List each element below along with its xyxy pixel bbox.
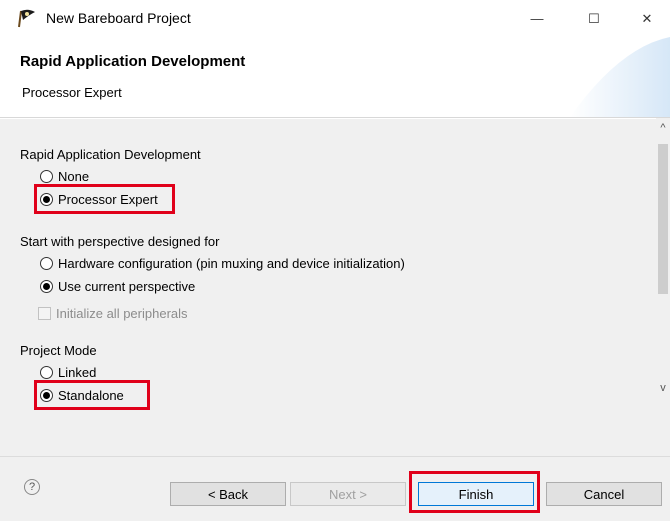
- perspective-option-hardware-label: Hardware configuration (pin muxing and d…: [58, 256, 405, 271]
- project-mode-option-standalone-label: Standalone: [58, 388, 124, 403]
- radio-standalone[interactable]: [40, 389, 53, 402]
- rad-option-none-label: None: [58, 169, 90, 184]
- rad-group-label: Rapid Application Development: [20, 147, 201, 162]
- project-mode-option-linked[interactable]: Linked: [40, 365, 96, 380]
- perspective-option-current-label: Use current perspective: [58, 279, 196, 294]
- close-button[interactable]: ✕: [624, 0, 670, 37]
- radio-hardware-configuration[interactable]: [40, 257, 53, 270]
- next-button[interactable]: Next >: [290, 482, 406, 506]
- scroll-up-icon[interactable]: ^: [656, 120, 670, 136]
- initialize-peripherals-checkbox: [38, 307, 51, 320]
- rad-option-processor-expert-label: Processor Expert: [58, 192, 158, 207]
- radio-linked[interactable]: [40, 366, 53, 379]
- rad-option-processor-expert[interactable]: Processor Expert: [40, 192, 158, 207]
- wizard-header: Rapid Application Development Processor …: [0, 37, 670, 118]
- header-description: Processor Expert: [22, 85, 122, 100]
- radio-use-current-perspective[interactable]: [40, 280, 53, 293]
- project-mode-option-linked-label: Linked: [58, 365, 97, 380]
- wizard-footer: ? < Back Next > Finish Cancel: [0, 456, 670, 521]
- minimize-button[interactable]: —: [514, 0, 560, 37]
- title-bar: New Bareboard Project — ☐ ✕: [0, 0, 670, 37]
- project-mode-group-label: Project Mode: [20, 343, 97, 358]
- wizard-content: Rapid Application Development None Proce…: [0, 118, 656, 457]
- cancel-button[interactable]: Cancel: [546, 482, 662, 506]
- perspective-group-label: Start with perspective designed for: [20, 234, 220, 249]
- window-title: New Bareboard Project: [46, 10, 191, 26]
- back-button[interactable]: < Back: [170, 482, 286, 506]
- dialog-window: New Bareboard Project — ☐ ✕ Rapid Applic…: [0, 0, 670, 521]
- pirate-flag-icon: [16, 8, 38, 28]
- header-title: Rapid Application Development: [20, 53, 246, 70]
- radio-none[interactable]: [40, 170, 53, 183]
- perspective-option-hardware[interactable]: Hardware configuration (pin muxing and d…: [40, 256, 405, 271]
- perspective-option-current[interactable]: Use current perspective: [40, 279, 195, 294]
- project-mode-option-standalone[interactable]: Standalone: [40, 388, 124, 403]
- scrollbar-thumb[interactable]: [658, 144, 668, 294]
- radio-processor-expert[interactable]: [40, 193, 53, 206]
- rad-option-none[interactable]: None: [40, 169, 89, 184]
- maximize-button[interactable]: ☐: [571, 0, 617, 37]
- finish-button[interactable]: Finish: [418, 482, 534, 506]
- vertical-scrollbar[interactable]: ^ v: [656, 118, 670, 456]
- header-banner-art: [570, 37, 670, 117]
- initialize-peripherals-label: Initialize all peripherals: [56, 306, 188, 321]
- initialize-peripherals-option: Initialize all peripherals: [38, 306, 188, 321]
- scroll-down-icon[interactable]: v: [656, 380, 670, 396]
- question-circle-icon[interactable]: ?: [24, 479, 40, 495]
